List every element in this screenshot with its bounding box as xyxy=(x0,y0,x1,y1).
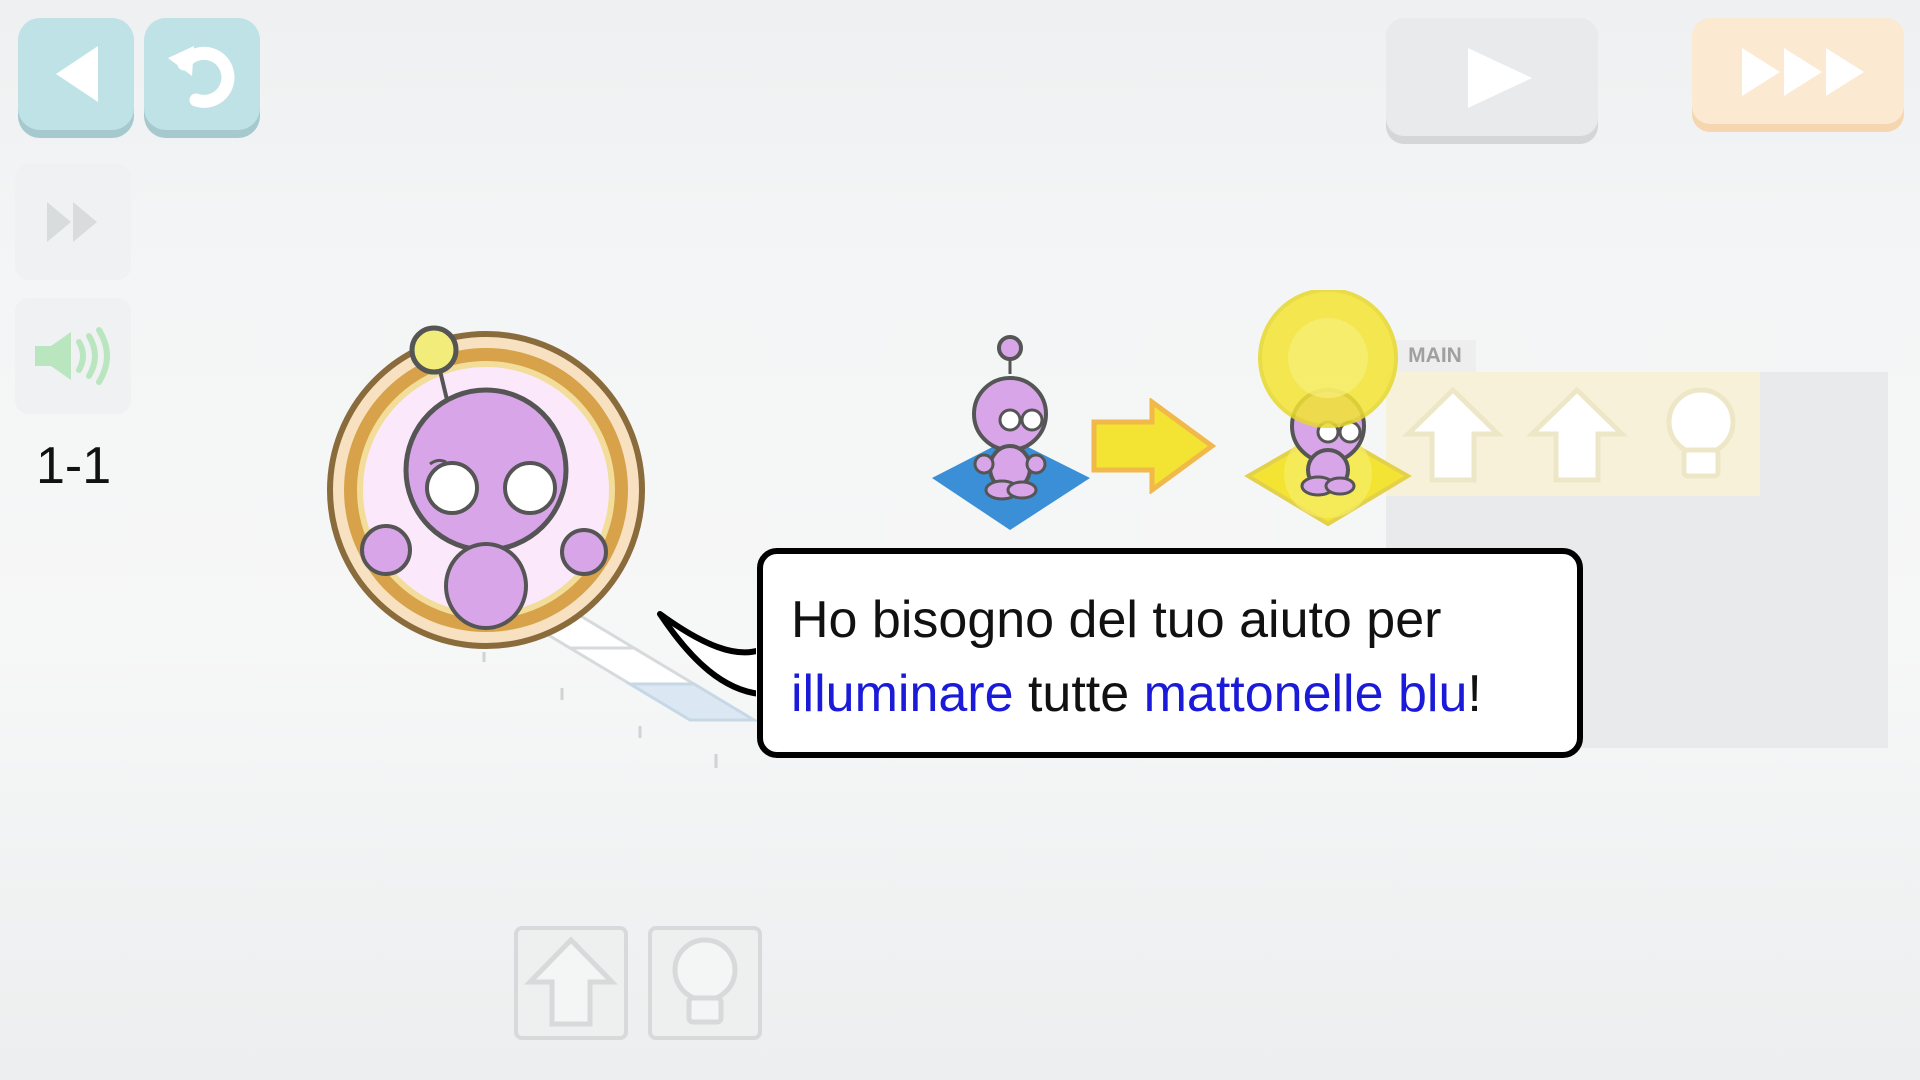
reset-button[interactable] xyxy=(144,18,260,130)
dialog-bubble[interactable]: Ho bisogno del tuo aiuto per illuminare … xyxy=(757,548,1583,758)
dialog-text-tutte: tutte xyxy=(1013,665,1144,723)
light-bulb-icon xyxy=(672,937,738,1025)
undo-icon xyxy=(168,46,235,108)
dialog-exclamation: ! xyxy=(1467,665,1482,723)
play-button[interactable] xyxy=(1386,18,1598,136)
character-portrait xyxy=(327,325,645,649)
right-arrow-icon xyxy=(1091,398,1216,494)
speaker-icon xyxy=(35,327,110,385)
sound-button[interactable] xyxy=(15,298,131,414)
dialog-highlight-illuminare: illuminare xyxy=(791,665,1014,723)
speech-bubble-tail xyxy=(657,611,768,700)
level-label: 1-1 xyxy=(36,437,112,495)
skip-button[interactable] xyxy=(15,164,131,280)
dialog-line-1: Ho bisogno del tuo aiuto per xyxy=(791,591,1442,649)
program-slot-3-light-bulb-icon[interactable] xyxy=(1646,380,1756,490)
back-arrow-icon xyxy=(56,46,98,102)
program-slot-2-forward-arrow-icon[interactable] xyxy=(1522,380,1632,490)
dialog-line-2: illuminare tutte mattonelle blu! xyxy=(791,664,1482,724)
play-icon xyxy=(1468,48,1532,108)
forward-arrow-icon xyxy=(524,936,618,1027)
robot-after-illustration xyxy=(1244,290,1412,527)
dialog-highlight-tiles: mattonelle blu xyxy=(1143,665,1468,723)
double-chevron-right-icon xyxy=(47,202,97,242)
fast-forward-button[interactable] xyxy=(1692,18,1904,124)
back-button[interactable] xyxy=(18,18,134,130)
palette-light-button[interactable] xyxy=(648,926,762,1040)
robot-before-illustration xyxy=(932,335,1090,530)
palette-forward-button[interactable] xyxy=(514,926,628,1040)
fast-forward-icon xyxy=(1742,48,1864,96)
